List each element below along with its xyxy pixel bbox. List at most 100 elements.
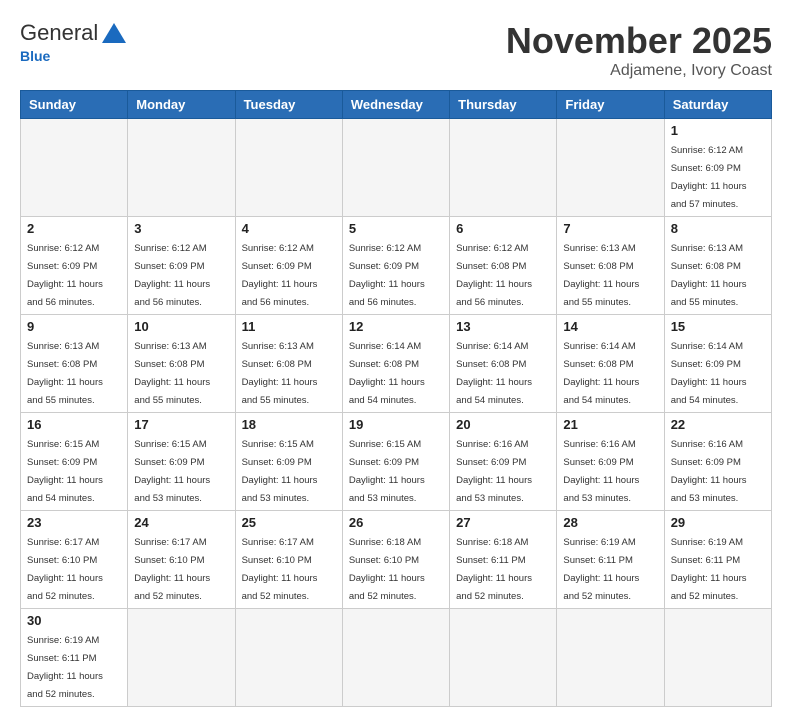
day-number: 25 [242,515,336,530]
day-info: Sunrise: 6:13 AMSunset: 6:08 PMDaylight:… [242,341,318,406]
day-info: Sunrise: 6:12 AMSunset: 6:09 PMDaylight:… [671,145,747,210]
day-cell-3: 3 Sunrise: 6:12 AMSunset: 6:09 PMDayligh… [128,217,235,315]
day-number: 10 [134,319,228,334]
logo: General Blue [20,20,126,64]
day-number: 27 [456,515,550,530]
day-cell-7: 7 Sunrise: 6:13 AMSunset: 6:08 PMDayligh… [557,217,664,315]
day-number: 22 [671,417,765,432]
empty-cell [21,119,128,217]
day-cell-13: 13 Sunrise: 6:14 AMSunset: 6:08 PMDaylig… [450,315,557,413]
day-number: 18 [242,417,336,432]
logo-general: General [20,20,98,46]
day-number: 23 [27,515,121,530]
day-number: 11 [242,319,336,334]
day-number: 26 [349,515,443,530]
day-cell-15: 15 Sunrise: 6:14 AMSunset: 6:09 PMDaylig… [664,315,771,413]
header-friday: Friday [557,91,664,119]
day-cell-18: 18 Sunrise: 6:15 AMSunset: 6:09 PMDaylig… [235,413,342,511]
header-saturday: Saturday [664,91,771,119]
day-info: Sunrise: 6:17 AMSunset: 6:10 PMDaylight:… [27,537,103,602]
calendar-row: 16 Sunrise: 6:15 AMSunset: 6:09 PMDaylig… [21,413,772,511]
empty-cell [235,609,342,707]
empty-cell [450,119,557,217]
day-number: 28 [563,515,657,530]
day-cell-26: 26 Sunrise: 6:18 AMSunset: 6:10 PMDaylig… [342,511,449,609]
day-number: 24 [134,515,228,530]
day-number: 15 [671,319,765,334]
header-tuesday: Tuesday [235,91,342,119]
day-number: 5 [349,221,443,236]
day-info: Sunrise: 6:15 AMSunset: 6:09 PMDaylight:… [349,439,425,504]
day-cell-19: 19 Sunrise: 6:15 AMSunset: 6:09 PMDaylig… [342,413,449,511]
header-thursday: Thursday [450,91,557,119]
day-cell-25: 25 Sunrise: 6:17 AMSunset: 6:10 PMDaylig… [235,511,342,609]
day-cell-22: 22 Sunrise: 6:16 AMSunset: 6:09 PMDaylig… [664,413,771,511]
day-cell-28: 28 Sunrise: 6:19 AMSunset: 6:11 PMDaylig… [557,511,664,609]
calendar-row: 23 Sunrise: 6:17 AMSunset: 6:10 PMDaylig… [21,511,772,609]
day-info: Sunrise: 6:12 AMSunset: 6:09 PMDaylight:… [242,243,318,308]
day-number: 14 [563,319,657,334]
calendar-row: 9 Sunrise: 6:13 AMSunset: 6:08 PMDayligh… [21,315,772,413]
header-wednesday: Wednesday [342,91,449,119]
empty-cell [342,119,449,217]
day-cell-16: 16 Sunrise: 6:15 AMSunset: 6:09 PMDaylig… [21,413,128,511]
empty-cell [128,119,235,217]
day-info: Sunrise: 6:17 AMSunset: 6:10 PMDaylight:… [134,537,210,602]
calendar: Sunday Monday Tuesday Wednesday Thursday… [20,90,772,707]
empty-cell [557,609,664,707]
empty-cell [235,119,342,217]
day-info: Sunrise: 6:13 AMSunset: 6:08 PMDaylight:… [671,243,747,308]
day-info: Sunrise: 6:17 AMSunset: 6:10 PMDaylight:… [242,537,318,602]
day-number: 21 [563,417,657,432]
logo-triangle-icon [102,23,126,43]
day-info: Sunrise: 6:19 AMSunset: 6:11 PMDaylight:… [563,537,639,602]
day-cell-6: 6 Sunrise: 6:12 AMSunset: 6:08 PMDayligh… [450,217,557,315]
calendar-row: 30 Sunrise: 6:19 AMSunset: 6:11 PMDaylig… [21,609,772,707]
day-number: 30 [27,613,121,628]
day-info: Sunrise: 6:19 AMSunset: 6:11 PMDaylight:… [671,537,747,602]
header-monday: Monday [128,91,235,119]
day-number: 9 [27,319,121,334]
day-number: 7 [563,221,657,236]
day-info: Sunrise: 6:13 AMSunset: 6:08 PMDaylight:… [27,341,103,406]
weekday-header-row: Sunday Monday Tuesday Wednesday Thursday… [21,91,772,119]
empty-cell [557,119,664,217]
day-info: Sunrise: 6:12 AMSunset: 6:09 PMDaylight:… [27,243,103,308]
day-number: 1 [671,123,765,138]
calendar-row: 1 Sunrise: 6:12 AMSunset: 6:09 PMDayligh… [21,119,772,217]
day-cell-23: 23 Sunrise: 6:17 AMSunset: 6:10 PMDaylig… [21,511,128,609]
location-title: Adjamene, Ivory Coast [506,62,772,80]
header-sunday: Sunday [21,91,128,119]
day-info: Sunrise: 6:15 AMSunset: 6:09 PMDaylight:… [242,439,318,504]
day-number: 3 [134,221,228,236]
day-number: 17 [134,417,228,432]
day-cell-30: 30 Sunrise: 6:19 AMSunset: 6:11 PMDaylig… [21,609,128,707]
day-info: Sunrise: 6:14 AMSunset: 6:08 PMDaylight:… [456,341,532,406]
day-info: Sunrise: 6:14 AMSunset: 6:09 PMDaylight:… [671,341,747,406]
month-title: November 2025 [506,20,772,62]
empty-cell [450,609,557,707]
day-cell-14: 14 Sunrise: 6:14 AMSunset: 6:08 PMDaylig… [557,315,664,413]
day-info: Sunrise: 6:18 AMSunset: 6:11 PMDaylight:… [456,537,532,602]
day-number: 19 [349,417,443,432]
day-info: Sunrise: 6:14 AMSunset: 6:08 PMDaylight:… [563,341,639,406]
day-cell-21: 21 Sunrise: 6:16 AMSunset: 6:09 PMDaylig… [557,413,664,511]
day-cell-8: 8 Sunrise: 6:13 AMSunset: 6:08 PMDayligh… [664,217,771,315]
header: General Blue November 2025 Adjamene, Ivo… [20,20,772,80]
empty-cell [128,609,235,707]
logo-blue: Blue [20,48,50,64]
day-number: 8 [671,221,765,236]
day-cell-9: 9 Sunrise: 6:13 AMSunset: 6:08 PMDayligh… [21,315,128,413]
day-cell-24: 24 Sunrise: 6:17 AMSunset: 6:10 PMDaylig… [128,511,235,609]
day-info: Sunrise: 6:12 AMSunset: 6:09 PMDaylight:… [349,243,425,308]
day-number: 2 [27,221,121,236]
day-info: Sunrise: 6:14 AMSunset: 6:08 PMDaylight:… [349,341,425,406]
day-cell-10: 10 Sunrise: 6:13 AMSunset: 6:08 PMDaylig… [128,315,235,413]
day-cell-11: 11 Sunrise: 6:13 AMSunset: 6:08 PMDaylig… [235,315,342,413]
day-info: Sunrise: 6:13 AMSunset: 6:08 PMDaylight:… [563,243,639,308]
day-cell-4: 4 Sunrise: 6:12 AMSunset: 6:09 PMDayligh… [235,217,342,315]
title-area: November 2025 Adjamene, Ivory Coast [506,20,772,80]
day-number: 4 [242,221,336,236]
day-number: 13 [456,319,550,334]
day-number: 20 [456,417,550,432]
